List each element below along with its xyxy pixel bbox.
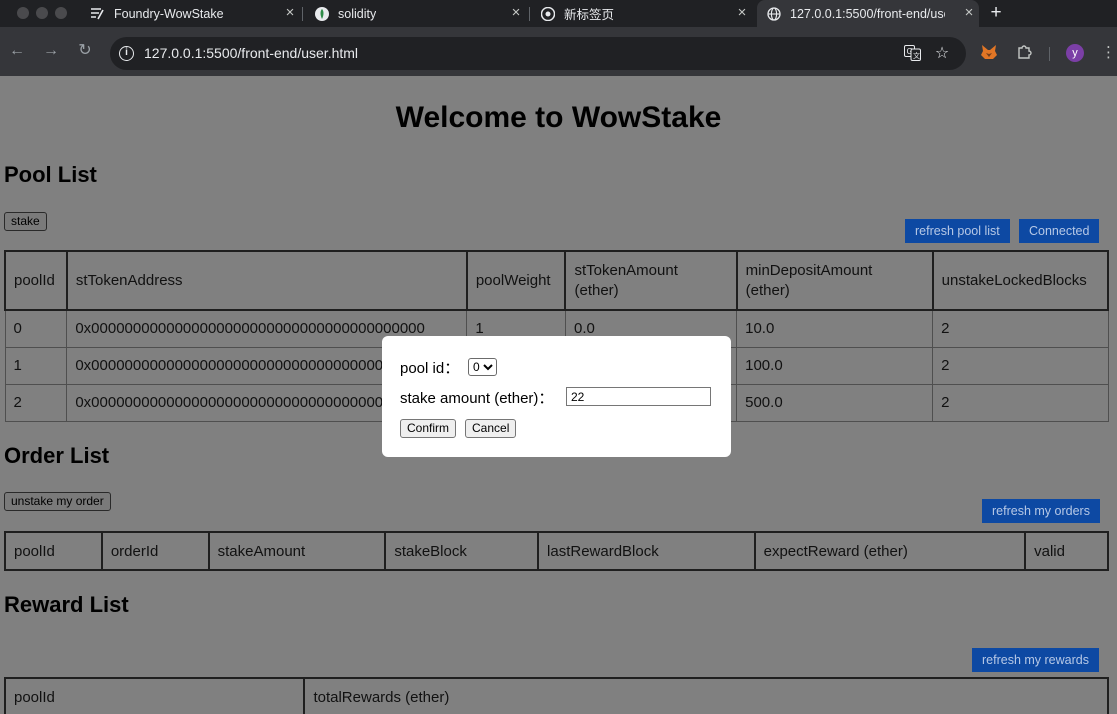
window-zoom-control[interactable] <box>55 7 67 19</box>
site-info-icon[interactable]: i <box>119 46 134 61</box>
browser-tab-active[interactable]: 127.0.0.1:5500/front-end/user.html × <box>757 0 979 27</box>
column-header: stTokenAddress <box>65 250 468 311</box>
tab-title: solidity <box>338 6 377 21</box>
pool-list-heading: Pool List <box>4 162 97 187</box>
table-cell: 1 <box>4 346 68 385</box>
reload-icon[interactable]: ↻ <box>76 42 94 60</box>
refresh-my-orders-button[interactable]: refresh my orders <box>982 499 1100 523</box>
table-cell: 10.0 <box>736 309 934 348</box>
close-icon[interactable]: × <box>734 5 750 21</box>
pool-id-select[interactable]: 0 <box>468 358 497 376</box>
refresh-pool-list-button[interactable]: refresh pool list <box>905 219 1010 243</box>
toolbar-divider <box>1049 47 1050 61</box>
confirm-button[interactable]: Confirm <box>400 419 457 438</box>
browser-toolbar: ← → ↻ i 127.0.0.1:5500/front-end/user.ht… <box>0 27 1117 76</box>
column-header: poolId <box>4 531 103 571</box>
metamask-fox-icon[interactable] <box>980 44 998 62</box>
pool-table-header-row: poolId stTokenAddress poolWeight stToken… <box>4 250 1110 311</box>
browser-tab-bar: Foundry-WowStake × solidity × 新标签页 × 127… <box>0 0 1117 27</box>
pool-id-label: pool id： <box>400 360 460 377</box>
connected-button[interactable]: Connected <box>1019 219 1100 243</box>
window-minimize-control[interactable] <box>36 7 48 19</box>
table-cell: 2 <box>932 309 1109 348</box>
leaf-icon <box>314 6 330 22</box>
column-header: orderId <box>100 531 210 571</box>
column-header: unstakeLockedBlocks <box>931 250 1110 311</box>
column-header: lastRewardBlock <box>537 531 756 571</box>
stake-amount-label: stake amount (ether)： <box>400 390 554 407</box>
tab-divider <box>529 7 530 21</box>
reward-list-heading: Reward List <box>4 592 129 617</box>
column-header: expectReward (ether) <box>753 531 1027 571</box>
window-close-control[interactable] <box>17 7 29 19</box>
browser-tab[interactable]: Foundry-WowStake × <box>82 0 300 27</box>
forward-arrow-icon[interactable]: → <box>42 42 60 60</box>
column-header: poolWeight <box>465 250 567 311</box>
page-title: Welcome to WowStake <box>395 101 722 134</box>
column-header: stakeBlock <box>384 531 540 571</box>
tab-title: Foundry-WowStake <box>114 6 224 21</box>
order-list-heading: Order List <box>4 443 110 468</box>
column-header: stTokenAmount (ether) <box>564 250 738 311</box>
column-header: poolId <box>4 250 68 311</box>
tab-title: 127.0.0.1:5500/front-end/user.html <box>790 6 945 21</box>
table-cell: 2 <box>932 383 1109 422</box>
extensions-puzzle-icon[interactable] <box>1015 44 1033 62</box>
address-bar[interactable]: i 127.0.0.1:5500/front-end/user.html G文 … <box>110 37 966 70</box>
kebab-menu-icon[interactable]: ⋮ <box>1101 44 1116 62</box>
svg-text:文: 文 <box>913 51 920 60</box>
table-cell: 100.0 <box>736 346 934 385</box>
unstake-my-order-button[interactable]: unstake my order <box>4 492 111 511</box>
reward-table: poolId totalRewards (ether) <box>3 677 1109 714</box>
tab-divider <box>302 7 303 21</box>
column-header: poolId <box>3 677 306 714</box>
close-icon[interactable]: × <box>508 5 524 21</box>
foundry-icon <box>90 6 106 22</box>
browser-tab[interactable]: 新标签页 × <box>532 0 752 27</box>
stake-dialog: pool id： 0 stake amount (ether)： Confirm… <box>382 336 731 457</box>
profile-avatar[interactable]: y <box>1066 44 1084 62</box>
address-url[interactable]: 127.0.0.1:5500/front-end/user.html <box>144 45 358 61</box>
refresh-my-rewards-button[interactable]: refresh my rewards <box>972 648 1099 672</box>
table-cell: 0x00000000000000000000000000000000000000… <box>75 320 425 338</box>
table-cell: 500.0 <box>736 383 934 422</box>
reward-table-header-row: poolId totalRewards (ether) <box>3 677 1109 714</box>
stake-amount-input[interactable] <box>566 387 711 406</box>
column-header: valid <box>1024 531 1109 571</box>
back-arrow-icon[interactable]: ← <box>8 42 26 60</box>
table-cell: 2 <box>932 346 1109 385</box>
column-header: stakeAmount <box>207 531 387 571</box>
column-header: minDepositAmount (ether) <box>735 250 934 311</box>
table-cell: 2 <box>4 383 68 422</box>
bookmark-star-icon[interactable]: ☆ <box>933 45 951 63</box>
globe-icon <box>766 6 782 22</box>
order-table: poolId orderId stakeAmount stakeBlock la… <box>4 531 1109 571</box>
close-icon[interactable]: × <box>282 5 298 21</box>
translate-icon[interactable]: G文 <box>903 45 921 63</box>
new-tab-button[interactable]: + <box>986 3 1006 23</box>
column-header: totalRewards (ether) <box>303 677 1109 714</box>
browser-tab[interactable]: solidity × <box>306 0 526 27</box>
table-cell: 0 <box>4 309 68 348</box>
chrome-icon <box>540 6 556 22</box>
stake-button[interactable]: stake <box>4 212 47 231</box>
tab-title: 新标签页 <box>564 8 615 22</box>
close-icon[interactable]: × <box>961 5 977 21</box>
cancel-button[interactable]: Cancel <box>465 419 517 438</box>
order-table-header-row: poolId orderId stakeAmount stakeBlock la… <box>4 531 1109 571</box>
